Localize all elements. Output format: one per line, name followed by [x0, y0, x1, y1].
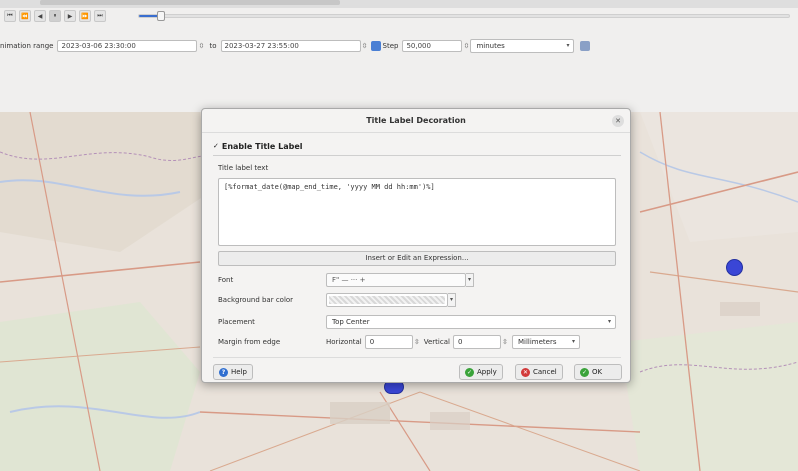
- enable-title-label-label: Enable Title Label: [221, 141, 303, 151]
- color-dropdown-icon[interactable]: ▾: [448, 293, 456, 307]
- font-button[interactable]: F" — ··· +: [326, 273, 466, 287]
- chevron-down-icon: ▾: [571, 338, 575, 345]
- play-forward-button[interactable]: ▶: [64, 10, 76, 22]
- placement-select[interactable]: Top Center ▾: [326, 315, 616, 329]
- background-color-button[interactable]: [326, 293, 448, 307]
- apply-check-icon: ✓: [465, 367, 474, 377]
- settings-icon[interactable]: [580, 41, 591, 51]
- help-button[interactable]: ? Help: [213, 364, 253, 380]
- title-label-text-label: Title label text: [218, 164, 269, 172]
- insert-expression-button[interactable]: Insert or Edit an Expression...: [218, 251, 616, 266]
- title-label-decoration-dialog: Title Label Decoration ✕ ✓ Enable Title …: [201, 108, 631, 383]
- vertical-label: Vertical: [423, 338, 450, 346]
- time-slider-handle[interactable]: [156, 11, 165, 21]
- animation-range-label: nimation range: [0, 42, 54, 50]
- help-button-label: Help: [231, 368, 247, 376]
- step-forward-button[interactable]: ⏩: [79, 10, 91, 22]
- ok-button-label: OK: [592, 368, 603, 376]
- range-end-spinner[interactable]: ⇳: [361, 40, 369, 52]
- animation-range-row: nimation range 2023-03-06 23:30:00 ⇳ to …: [0, 39, 592, 53]
- step-back-button[interactable]: ⏪: [19, 10, 31, 22]
- margin-row: Margin from edge Horizontal 0 ⇳ Vertical…: [218, 335, 580, 349]
- dialog-title: Title Label Decoration: [202, 109, 630, 133]
- play-backward-button[interactable]: ◀: [34, 10, 46, 22]
- cancel-icon: ✕: [521, 367, 530, 377]
- footer-separator: [213, 357, 621, 358]
- margin-unit-value: Millimeters: [517, 338, 557, 346]
- step-unit-select[interactable]: minutes ▾: [470, 39, 575, 53]
- margin-from-edge-label: Margin from edge: [218, 338, 281, 346]
- time-slider[interactable]: [138, 11, 790, 21]
- window-title-blur: [40, 0, 340, 5]
- animation-controls: ⏮ ⏪ ◀ ⏸ ▶ ⏩ ⏭: [4, 9, 106, 23]
- step-value-field[interactable]: 50,000: [402, 40, 463, 52]
- apply-button-label: Apply: [477, 368, 497, 376]
- horizontal-spinner[interactable]: ⇳: [413, 338, 421, 346]
- vertical-margin-input[interactable]: 0: [452, 335, 501, 349]
- range-start-field[interactable]: 2023-03-06 23:30:00: [57, 40, 198, 52]
- vertical-spinner[interactable]: ⇳: [501, 338, 509, 346]
- apply-button[interactable]: ✓ Apply: [459, 364, 503, 380]
- placement-value: Top Center: [332, 318, 370, 326]
- enable-title-label-group[interactable]: ✓ Enable Title Label: [213, 140, 621, 152]
- cancel-button-label: Cancel: [533, 368, 557, 376]
- title-label-text-input[interactable]: [%format_date(@map_end_time, 'yyyy MM dd…: [218, 178, 616, 246]
- skip-to-end-button[interactable]: ⏭: [94, 10, 106, 22]
- background-color-row: Background bar color ▾: [218, 293, 456, 307]
- refresh-range-icon[interactable]: [370, 41, 381, 51]
- ok-check-icon: ✓: [580, 367, 589, 377]
- horizontal-margin-input[interactable]: 0: [364, 335, 413, 349]
- help-icon: ?: [219, 367, 228, 377]
- window-title-bar: [0, 0, 798, 8]
- background-bar-color-label: Background bar color: [218, 296, 294, 304]
- step-spinner[interactable]: ⇳: [462, 40, 470, 52]
- checkmark-icon: ✓: [213, 142, 219, 150]
- group-separator: [213, 155, 621, 156]
- range-end-field[interactable]: 2023-03-27 23:55:00: [220, 40, 361, 52]
- font-row: Font F" — ··· + ▾: [218, 273, 474, 287]
- range-start-spinner[interactable]: ⇳: [197, 40, 205, 52]
- pause-button[interactable]: ⏸: [49, 10, 61, 22]
- placement-row: Placement Top Center ▾: [218, 315, 616, 329]
- map-point-marker[interactable]: [726, 259, 743, 276]
- time-slider-fill: [139, 15, 159, 17]
- step-unit-value: minutes: [476, 42, 505, 50]
- chevron-down-icon: ▾: [607, 318, 611, 325]
- close-icon[interactable]: ✕: [612, 115, 624, 127]
- font-label: Font: [218, 276, 234, 284]
- ok-button[interactable]: ✓ OK: [574, 364, 622, 380]
- temporal-controller-panel: [0, 8, 798, 112]
- cancel-button[interactable]: ✕ Cancel: [515, 364, 563, 380]
- margin-unit-select[interactable]: Millimeters ▾: [511, 335, 580, 349]
- color-swatch: [329, 296, 445, 304]
- chevron-down-icon: ▾: [566, 42, 570, 49]
- skip-to-start-button[interactable]: ⏮: [4, 10, 16, 22]
- to-label: to: [209, 42, 217, 50]
- horizontal-label: Horizontal: [326, 338, 362, 346]
- step-label: Step: [382, 42, 399, 50]
- font-dropdown-icon[interactable]: ▾: [466, 273, 474, 287]
- placement-label: Placement: [218, 318, 255, 326]
